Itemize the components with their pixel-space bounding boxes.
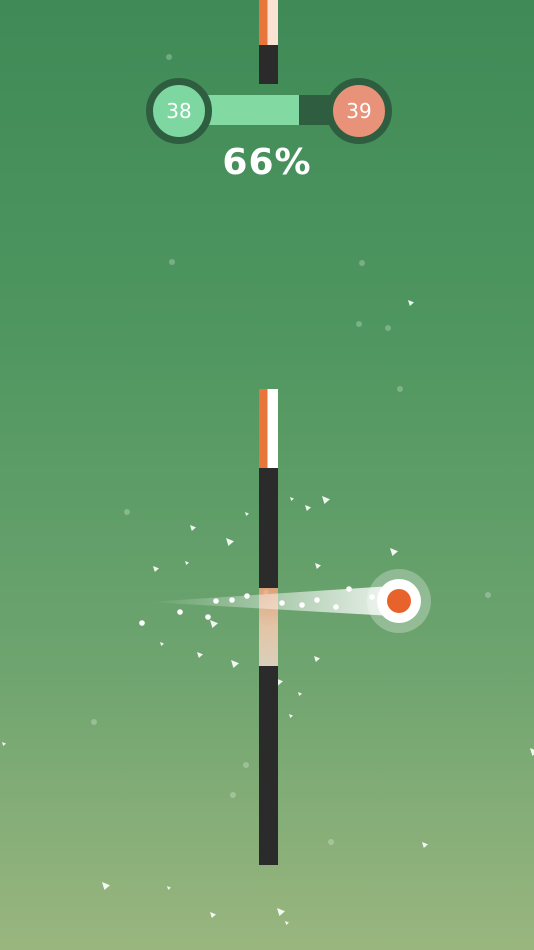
trail-streak — [148, 586, 392, 616]
ball-trail — [148, 586, 392, 616]
orange-ball-icon[interactable] — [387, 589, 411, 613]
game-stage[interactable]: 38 39 66% — [0, 0, 534, 950]
